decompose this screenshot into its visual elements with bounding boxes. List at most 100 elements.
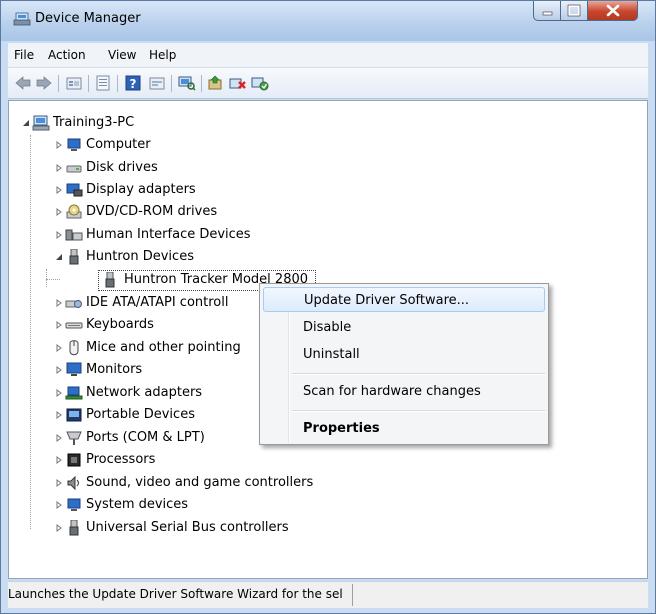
monitor-icon xyxy=(66,362,82,376)
tree-node-ports[interactable]: Ports (COM & LPT) xyxy=(55,428,265,448)
enable-device-icon[interactable] xyxy=(251,75,269,91)
tree-node-dvd-drives[interactable]: DVD/CD-ROM drives xyxy=(55,202,355,222)
menu-properties[interactable]: Properties xyxy=(263,416,545,441)
tree-guide-line xyxy=(30,135,31,529)
usb-plug-icon xyxy=(69,249,79,265)
menu-separator xyxy=(292,373,545,375)
menu-uninstall-label: Uninstall xyxy=(303,347,360,362)
collapse-arrow-icon[interactable] xyxy=(55,253,63,261)
expand-arrow-icon[interactable] xyxy=(55,186,63,194)
show-hidden-icon[interactable] xyxy=(148,75,166,91)
minimize-button[interactable] xyxy=(533,1,561,21)
tree-node-label: Keyboards xyxy=(86,317,154,332)
tree-node-system-devices[interactable]: System devices xyxy=(55,495,375,515)
expand-arrow-icon[interactable] xyxy=(55,141,63,149)
tree-node-computer[interactable]: Computer xyxy=(55,135,355,155)
status-text: Launches the Update Driver Software Wiza… xyxy=(8,587,343,601)
hid-icon xyxy=(65,229,83,241)
update-driver-icon[interactable] xyxy=(207,75,225,91)
expand-arrow-icon[interactable] xyxy=(55,164,63,172)
close-button[interactable] xyxy=(588,1,638,21)
collapse-arrow-icon[interactable] xyxy=(22,119,30,127)
menu-scan-hardware[interactable]: Scan for hardware changes xyxy=(263,379,545,404)
computer-root-icon xyxy=(32,115,50,131)
title-bar[interactable]: Device Manager xyxy=(1,1,655,41)
tree-node-hid[interactable]: Human Interface Devices xyxy=(55,225,355,245)
expand-arrow-icon[interactable] xyxy=(55,479,63,487)
tree-node-label: Monitors xyxy=(86,362,143,377)
tree-root-label: Training3-PC xyxy=(53,115,135,130)
menu-separator xyxy=(292,410,545,412)
expand-arrow-icon[interactable] xyxy=(55,501,63,509)
tree-node-label: Network adapters xyxy=(86,385,203,400)
properties-icon[interactable] xyxy=(94,75,112,91)
menu-disable-label: Disable xyxy=(303,320,352,335)
disk-drive-icon xyxy=(66,165,82,173)
menu-update-driver-label: Update Driver Software... xyxy=(304,293,470,308)
tree-guide-line xyxy=(46,269,47,287)
menu-file[interactable]: File xyxy=(14,48,34,62)
tree-node-network-adapters[interactable]: Network adapters xyxy=(55,383,265,403)
expand-arrow-icon[interactable] xyxy=(55,524,63,532)
device-manager-icon xyxy=(13,12,31,26)
tree-node-mice[interactable]: Mice and other pointing xyxy=(55,338,265,358)
expand-arrow-icon[interactable] xyxy=(55,411,63,419)
expand-arrow-icon[interactable] xyxy=(55,321,63,329)
tree-guide-line xyxy=(46,279,60,280)
expand-arrow-icon[interactable] xyxy=(55,389,63,397)
tree-node-label: System devices xyxy=(86,497,189,512)
uninstall-icon[interactable] xyxy=(229,75,247,91)
tree-node-disk-drives[interactable]: Disk drives xyxy=(55,158,355,178)
help-icon[interactable]: ? xyxy=(124,75,142,91)
menu-uninstall[interactable]: Uninstall xyxy=(263,342,545,367)
tree-node-portable-devices[interactable]: Portable Devices xyxy=(55,405,265,425)
minimize-icon xyxy=(542,11,553,16)
tree-node-label: Display adapters xyxy=(86,182,196,197)
network-adapter-icon xyxy=(65,386,83,400)
tree-node-usb-controllers[interactable]: Universal Serial Bus controllers xyxy=(55,518,375,538)
tree-node-label: Disk drives xyxy=(86,160,158,175)
menu-help[interactable]: Help xyxy=(149,48,176,62)
usb-plug-icon xyxy=(105,272,115,288)
menu-properties-label: Properties xyxy=(303,421,380,436)
expand-arrow-icon[interactable] xyxy=(55,299,63,307)
tree-node-monitors[interactable]: Monitors xyxy=(55,360,265,380)
toolbar-separator xyxy=(58,75,59,92)
expand-arrow-icon[interactable] xyxy=(55,344,63,352)
expand-arrow-icon[interactable] xyxy=(55,208,63,216)
tree-node-label: Portable Devices xyxy=(86,407,195,422)
tree-root-node[interactable]: Training3-PC xyxy=(22,113,222,133)
tree-node-huntron-devices[interactable]: Huntron Devices xyxy=(55,247,355,267)
status-divider xyxy=(352,584,353,606)
scan-hardware-icon[interactable] xyxy=(178,75,196,91)
expand-arrow-icon[interactable] xyxy=(55,434,63,442)
expand-arrow-icon[interactable] xyxy=(55,456,63,464)
menu-action[interactable]: Action xyxy=(48,48,86,62)
forward-icon[interactable] xyxy=(35,75,53,91)
tree-node-display-adapters[interactable]: Display adapters xyxy=(55,180,355,200)
tree-node-label: Ports (COM & LPT) xyxy=(86,430,205,445)
toolbar-separator xyxy=(201,75,202,92)
tree-node-ide-controllers[interactable]: IDE ATA/ATAPI controll xyxy=(55,293,265,313)
expand-arrow-icon[interactable] xyxy=(55,366,63,374)
sound-icon xyxy=(67,475,79,491)
maximize-button[interactable] xyxy=(561,1,588,21)
close-icon xyxy=(606,4,620,17)
context-menu: Update Driver Software... Disable Uninst… xyxy=(259,283,549,445)
up-folder-icon[interactable] xyxy=(65,75,83,91)
back-icon[interactable] xyxy=(14,75,32,91)
tree-node-label: Huntron Devices xyxy=(86,249,194,264)
toolbar-separator xyxy=(88,75,89,92)
menu-view[interactable]: View xyxy=(108,48,136,62)
tree-node-label: DVD/CD-ROM drives xyxy=(86,204,218,219)
window-title: Device Manager xyxy=(35,11,141,26)
menu-disable[interactable]: Disable xyxy=(263,315,545,340)
maximize-icon xyxy=(567,4,581,17)
toolbar: ? xyxy=(8,68,648,99)
toolbar-separator xyxy=(117,75,118,92)
menu-update-driver[interactable]: Update Driver Software... xyxy=(263,287,545,312)
tree-node-processors[interactable]: Processors xyxy=(55,450,265,470)
tree-node-label: Processors xyxy=(86,452,156,467)
expand-arrow-icon[interactable] xyxy=(55,231,63,239)
tree-node-sound-controllers[interactable]: Sound, video and game controllers xyxy=(55,473,375,493)
